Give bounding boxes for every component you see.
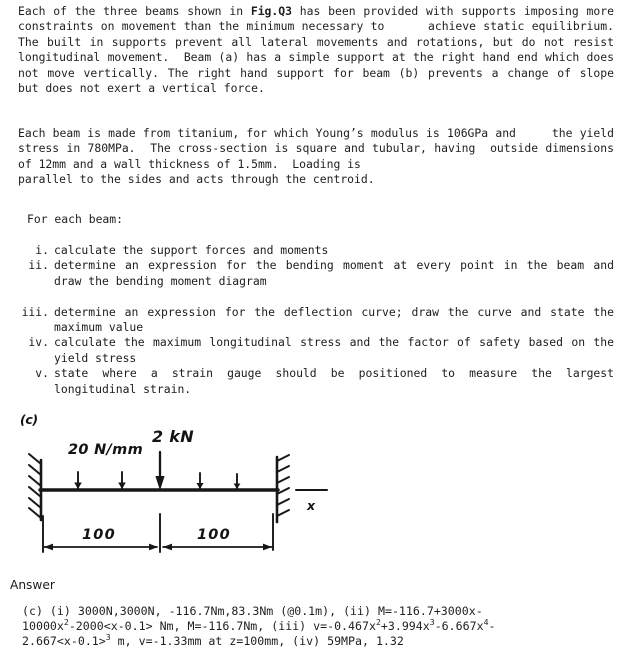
answer-line-1: (c) (i) 3000N,3000N, -116.7Nm,83.3Nm (@0…	[22, 604, 483, 618]
figure-reference-fig-q3: Fig.Q3	[250, 4, 292, 18]
distributed-load-label: 20 N/mm	[68, 442, 143, 458]
x-axis-label: x	[306, 498, 316, 513]
left-fixed-support-icon	[28, 453, 43, 522]
list-item-label: calculate the maximum longitudinal stres…	[54, 335, 621, 365]
list-item: i. calculate the support forces and mome…	[18, 243, 614, 258]
beam-sketch-svg: 20 N/mm 2 kN x 100 100	[28, 427, 328, 553]
list-item: iii. determine an expression for the def…	[18, 305, 614, 336]
list-item-label: determine an expression for the bending …	[54, 258, 621, 288]
list-item: iv. calculate the maximum longitudinal s…	[18, 335, 614, 366]
answer-heading: Answer	[10, 578, 55, 592]
list-item-label: calculate the support forces and moments	[54, 243, 329, 257]
list-item-label: determine an expression for the deflecti…	[54, 304, 621, 335]
figure-label-c: (c)	[20, 412, 38, 427]
question-paragraph-2: Each beam is made from titanium, for whi…	[18, 126, 614, 187]
dimension-left-label: 100	[82, 527, 116, 543]
list-item-number: i.	[35, 243, 49, 257]
point-load-label: 2 kN	[152, 427, 194, 446]
point-load-arrow	[155, 450, 165, 491]
list-item-label: state where a strain gauge should be pos…	[54, 366, 621, 396]
dimension-right-label: 100	[197, 527, 231, 543]
list-item-number: ii.	[28, 258, 49, 273]
list-item-number: v.	[35, 366, 49, 381]
for-each-beam-heading: For each beam:	[27, 212, 124, 226]
list-item-number: iv.	[28, 335, 49, 350]
dimension-lines	[42, 513, 274, 553]
list-item-number: iii.	[21, 304, 49, 319]
question-sub-items-list: i. calculate the support forces and mome…	[18, 243, 614, 397]
list-item: v. state where a strain gauge should be …	[18, 366, 614, 397]
answer-line-3: 2.667<x-0.1>3 m, v=-1.33mm at z=100mm, (…	[22, 632, 404, 649]
answer-line-2: 10000x2-2000<x-0.1> Nm, M=-116.7Nm, (iii…	[22, 617, 496, 634]
paragraph-1-pre: Each of the three beams shown in	[18, 4, 251, 18]
beam-diagram-c: (c) 20 N/mm 2 kN x 100 100	[0, 404, 340, 569]
answer-text: (c) (i) 3000N,3000N, -116.7Nm,83.3Nm (@0…	[22, 604, 622, 650]
list-item: ii. determine an expression for the bend…	[18, 258, 614, 289]
question-paragraph-1: Each of the three beams shown in Fig.Q3 …	[18, 4, 614, 96]
